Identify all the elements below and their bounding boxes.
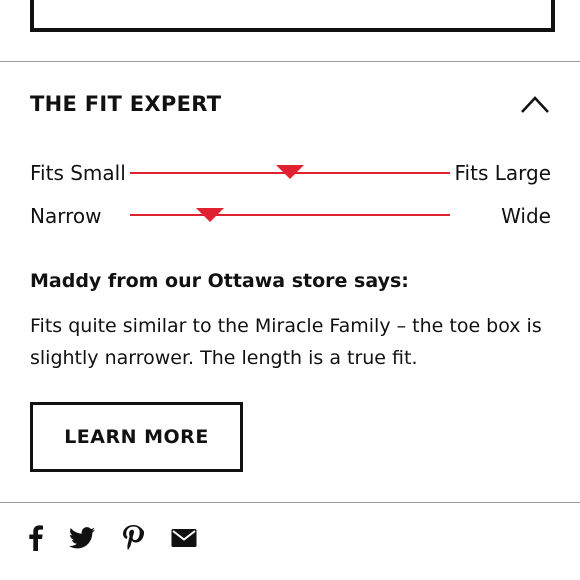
scale-track <box>130 214 450 216</box>
section-title: THE FIT EXPERT <box>30 92 222 116</box>
facebook-icon <box>29 525 43 551</box>
expert-quote-text: Fits quite similar to the Miracle Family… <box>30 315 542 369</box>
chevron-up-icon <box>521 96 549 113</box>
section-divider-bottom <box>0 502 580 503</box>
collapse-button[interactable] <box>518 90 552 118</box>
email-icon <box>171 529 197 547</box>
facebook-share-button[interactable] <box>26 524 46 552</box>
learn-more-button[interactable]: LEARN MORE <box>30 402 243 472</box>
twitter-icon <box>69 527 95 549</box>
scale-marker <box>276 165 304 179</box>
learn-more-label: LEARN MORE <box>64 426 209 448</box>
email-share-button[interactable] <box>170 524 198 552</box>
scale-right-label: Fits Large <box>454 161 552 185</box>
pinterest-icon <box>123 525 144 550</box>
scale-marker <box>196 208 224 222</box>
scale-left-label: Fits Small <box>30 161 126 185</box>
previous-section-button[interactable] <box>30 0 555 32</box>
scale-right-label: Wide <box>501 204 551 228</box>
pinterest-share-button[interactable] <box>120 524 146 552</box>
expert-quote-heading: Maddy from our Ottawa store says: <box>30 270 409 292</box>
twitter-share-button[interactable] <box>67 524 97 552</box>
fit-expert-panel: THE FIT EXPERT Fits Small Fits Large Nar… <box>0 0 580 580</box>
section-divider-top <box>0 61 580 62</box>
scale-left-label: Narrow <box>30 204 102 228</box>
